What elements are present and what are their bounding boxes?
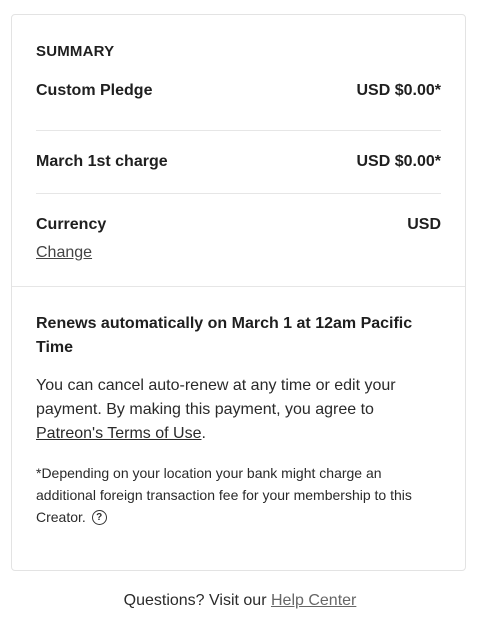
currency-label: Currency [36, 216, 107, 233]
question-circle-icon[interactable]: ? [91, 510, 107, 525]
summary-card: SUMMARY Custom Pledge USD $0.00* March 1… [11, 14, 466, 571]
march-charge-row: March 1st charge USD $0.00* [36, 131, 441, 193]
custom-pledge-value: USD $0.00* [356, 82, 442, 99]
march-charge-value: USD $0.00* [356, 153, 442, 170]
help-center-link[interactable]: Help Center [271, 592, 356, 609]
renewal-text-end: . [201, 425, 206, 442]
footer-text: Questions? Visit our [123, 592, 271, 609]
renewal-title: Renews automatically on March 1 at 12am … [36, 315, 413, 356]
footnote: *Depending on your location your bank mi… [36, 462, 441, 528]
march-charge-label: March 1st charge [36, 153, 168, 170]
renewal-section: Renews automatically on March 1 at 12am … [12, 287, 465, 528]
change-currency-link[interactable]: Change [36, 244, 92, 262]
currency-row: Currency USD [36, 194, 441, 234]
renewal-text: You can cancel auto-renew at any time or… [36, 374, 441, 446]
currency-value: USD [407, 216, 441, 233]
footer: Questions? Visit our Help Center [0, 592, 480, 610]
terms-of-use-link[interactable]: Patreon's Terms of Use [36, 425, 202, 442]
renewal-text-body: You can cancel auto-renew at any time or… [36, 377, 396, 418]
summary-section: SUMMARY Custom Pledge USD $0.00* March 1… [12, 15, 465, 262]
summary-title: SUMMARY [36, 43, 115, 60]
custom-pledge-row: Custom Pledge USD $0.00* [36, 82, 441, 130]
custom-pledge-label: Custom Pledge [36, 82, 153, 99]
